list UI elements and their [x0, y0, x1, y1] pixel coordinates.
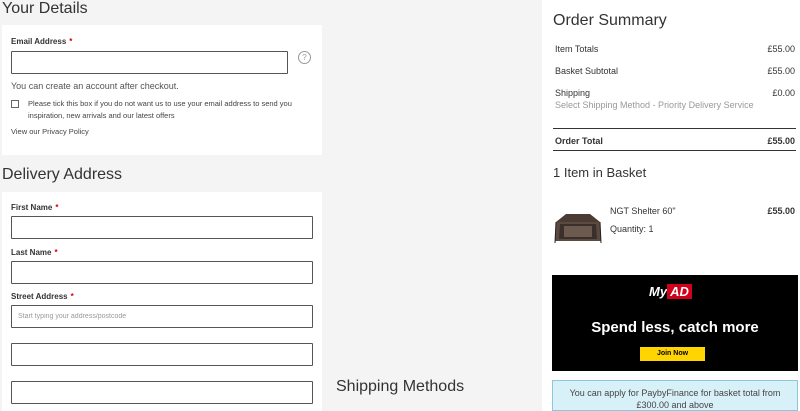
myad-promo-banner[interactable]: My AD Spend less, catch more Join Now: [552, 275, 798, 371]
delivery-address-title: Delivery Address: [2, 166, 123, 183]
street-address-label: Street Address *: [11, 292, 74, 301]
promo-tagline: Spend less, catch more: [591, 319, 759, 336]
privacy-policy-link[interactable]: View our Privacy Policy: [11, 126, 89, 138]
product-thumbnail-image[interactable]: [552, 210, 604, 246]
first-name-label: First Name *: [11, 203, 59, 212]
street-address-field[interactable]: [11, 305, 313, 328]
summary-divider-bottom: [553, 150, 796, 151]
item-totals-value: £55.00: [767, 44, 795, 54]
optout-text: Please tick this box if you do not want …: [28, 99, 292, 120]
shipping-value: £0.00: [772, 88, 795, 98]
paybyfinance-notice: You can apply for PaybyFinance for baske…: [552, 380, 798, 411]
basket-subtotal-label: Basket Subtotal: [555, 66, 619, 76]
your-details-title: Your Details: [2, 0, 88, 17]
shipping-methods-title: Shipping Methods: [336, 378, 465, 395]
account-note: You can create an account after checkout…: [11, 81, 179, 91]
street-address-line3-field[interactable]: [11, 381, 313, 404]
order-summary-panel: Order Summary Item Totals £55.00 Basket …: [542, 0, 800, 411]
order-total-label: Order Total: [555, 136, 603, 146]
shipping-method-note: Select Shipping Method - Priority Delive…: [555, 100, 754, 110]
email-field[interactable]: [11, 51, 288, 74]
last-name-label: Last Name *: [11, 248, 58, 257]
first-name-field[interactable]: [11, 216, 313, 239]
order-summary-title: Order Summary: [553, 12, 667, 29]
join-now-button[interactable]: Join Now: [640, 347, 705, 361]
basket-item-name[interactable]: NGT Shelter 60": [610, 206, 676, 216]
street-address-line2-field[interactable]: [11, 343, 313, 366]
basket-subtotal-value: £55.00: [767, 66, 795, 76]
last-name-field[interactable]: [11, 261, 313, 284]
item-totals-label: Item Totals: [555, 44, 599, 54]
help-icon[interactable]: ?: [298, 51, 311, 64]
your-details-card: Email Address * ? You can create an accou…: [2, 25, 322, 155]
myad-logo: My AD: [649, 284, 692, 299]
delivery-address-card: First Name * Last Name * Street Address *: [2, 192, 322, 411]
basket-item-price: £55.00: [767, 206, 795, 216]
optout-checkbox[interactable]: [11, 100, 19, 108]
basket-count-title: 1 Item in Basket: [553, 165, 647, 180]
summary-divider: [553, 128, 796, 129]
email-label: Email Address *: [11, 37, 73, 46]
basket-item-quantity: Quantity: 1: [610, 224, 654, 234]
order-total-value: £55.00: [767, 136, 795, 146]
shipping-label: Shipping: [555, 88, 591, 98]
